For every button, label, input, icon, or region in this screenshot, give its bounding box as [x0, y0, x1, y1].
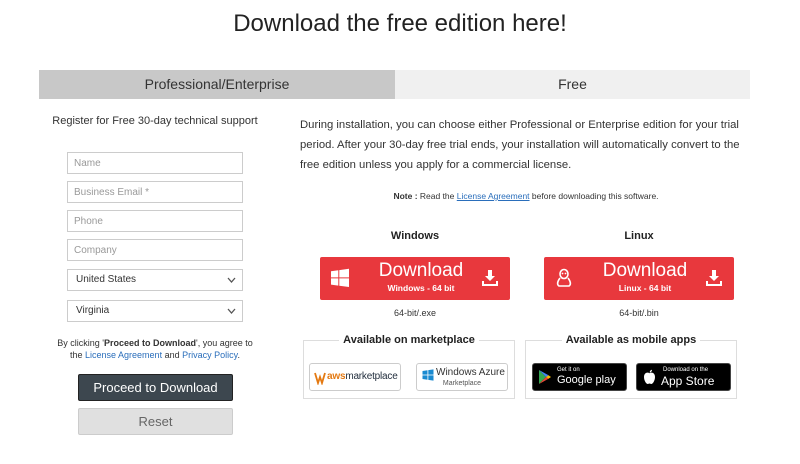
- azure-marketplace-badge[interactable]: Windows Azure Marketplace: [416, 363, 508, 391]
- aws-smile-icon: [314, 371, 326, 390]
- aws-text: aws: [327, 371, 346, 382]
- email-field[interactable]: [67, 181, 243, 203]
- google-small-text: Get it on: [557, 367, 580, 373]
- apple-small-text: Download on the: [663, 367, 709, 373]
- country-select[interactable]: United States: [67, 269, 243, 291]
- company-field[interactable]: [67, 239, 243, 261]
- privacy-policy-link[interactable]: Privacy Policy: [182, 350, 237, 360]
- windows-logo-icon: [330, 268, 350, 288]
- linux-download-button[interactable]: Download Linux - 64 bit: [544, 257, 734, 300]
- linux-extension: 64-bit/.bin: [619, 308, 659, 318]
- note-label: Note :: [393, 191, 418, 201]
- marketplace-title: Available on marketplace: [339, 334, 479, 346]
- windows-label: Windows: [390, 230, 440, 242]
- windows-download-button[interactable]: Download Windows - 64 bit: [320, 257, 510, 300]
- mobile-title: Available as mobile apps: [561, 334, 701, 346]
- intro-text: During installation, you can choose eith…: [300, 119, 740, 171]
- linux-download-label: Download: [602, 260, 688, 281]
- license-note: Note : Read the License Agreement before…: [393, 191, 659, 201]
- apple-logo-icon: [643, 369, 656, 390]
- linux-download-sub: Linux - 64 bit: [618, 283, 672, 293]
- chevron-down-icon: [227, 270, 236, 298]
- linux-label: Linux: [624, 230, 654, 242]
- state-value: Virginia: [76, 305, 110, 316]
- windows-download-sub: Windows - 64 bit: [387, 283, 455, 293]
- marketplace-box: Available on marketplace awsmarketplace …: [303, 334, 515, 399]
- country-value: United States: [76, 274, 137, 285]
- linux-penguin-icon: [554, 268, 574, 288]
- mobile-apps-box: Available as mobile apps Get it on Googl…: [525, 334, 737, 399]
- chevron-down-icon: [227, 301, 236, 329]
- license-agreement-link[interactable]: License Agreement: [85, 350, 162, 360]
- edition-tabs: Professional/Enterprise Free: [39, 70, 750, 99]
- download-arrow-icon: [706, 269, 722, 287]
- phone-field[interactable]: [67, 210, 243, 232]
- support-text: Register for Free 30-day technical suppo…: [52, 115, 258, 127]
- proceed-to-download-button[interactable]: Proceed to Download: [78, 374, 233, 401]
- state-select[interactable]: Virginia: [67, 300, 243, 322]
- consent-bold: Proceed to Download: [103, 338, 196, 348]
- note-license-link[interactable]: License Agreement: [457, 191, 530, 201]
- windows-download-label: Download: [378, 260, 464, 281]
- tab-free[interactable]: Free: [395, 70, 750, 99]
- app-store-badge[interactable]: Download on the App Store: [636, 363, 731, 391]
- name-field[interactable]: [67, 152, 243, 174]
- consent-text: By clicking 'Proceed to Download', you a…: [57, 338, 253, 360]
- windows-extension: 64-bit/.exe: [393, 308, 437, 318]
- google-play-icon: [538, 369, 552, 390]
- download-arrow-icon: [482, 269, 498, 287]
- aws-marketplace-badge[interactable]: awsmarketplace: [309, 363, 401, 391]
- google-play-badge[interactable]: Get it on Google play: [532, 363, 627, 391]
- azure-line1: Windows Azure: [436, 367, 505, 378]
- google-big-text: Google play: [557, 374, 616, 386]
- apple-big-text: App Store: [661, 374, 715, 388]
- marketplace-text: marketplace: [345, 371, 398, 382]
- azure-line2: Marketplace: [442, 380, 482, 387]
- reset-button[interactable]: Reset: [78, 408, 233, 435]
- page-title: Download the free edition here!: [233, 10, 567, 37]
- tab-professional-enterprise[interactable]: Professional/Enterprise: [39, 70, 395, 99]
